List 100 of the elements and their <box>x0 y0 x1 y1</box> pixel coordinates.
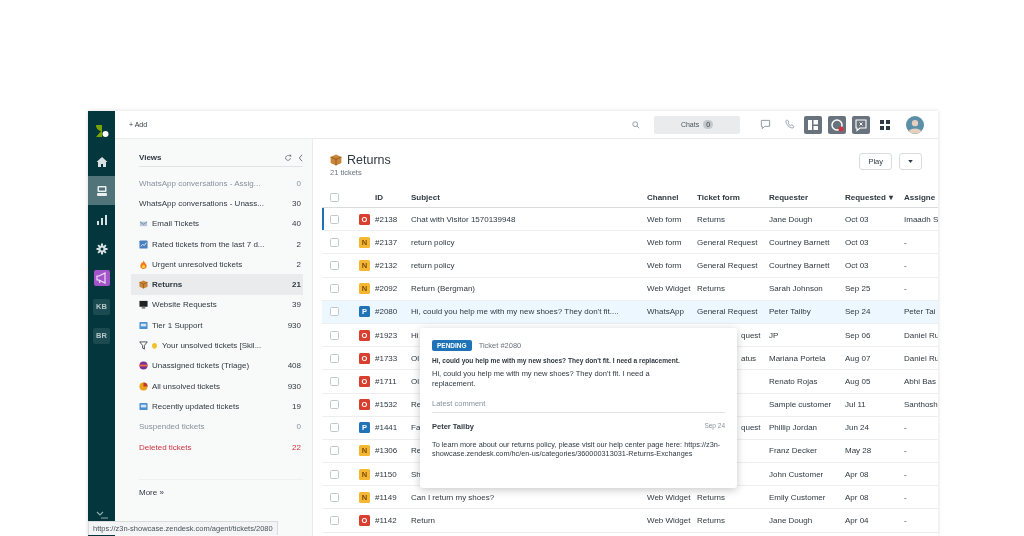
view-item[interactable]: Email Tickets 40 <box>131 213 303 234</box>
table-cell: #1711 <box>375 376 397 386</box>
table-cell: #2132 <box>375 260 398 270</box>
table-cell: Returns <box>697 492 725 502</box>
table-cell: Apr 08 <box>845 492 869 502</box>
table-cell: - <box>904 446 907 456</box>
panel-heading: Views <box>139 153 163 162</box>
table-cell: Return (Bergman) <box>411 284 476 294</box>
table-cell: Web form <box>647 237 682 247</box>
table-cell: Returns <box>697 516 725 526</box>
table-cell: #2080 <box>375 307 398 317</box>
table-cell: #2138 <box>375 214 398 224</box>
table-cell: Ol <box>411 353 419 363</box>
table-cell: #1923 <box>375 330 398 340</box>
table-cell: Aug 05 <box>845 376 871 386</box>
table-cell: Sep 24 <box>845 307 871 317</box>
table-cell: Courtney Barnett <box>769 237 830 247</box>
table-cell: Chat with Visitor 1570139948 <box>411 214 516 224</box>
table-cell: Web form <box>647 214 682 224</box>
table-cell: WhatsApp <box>647 307 684 317</box>
table-cell: Return <box>411 516 435 526</box>
view-item[interactable]: Urgent unresolved tickets 2 <box>131 254 303 275</box>
column-header[interactable]: Channel <box>647 192 697 202</box>
table-cell: Jane Dough <box>769 516 813 526</box>
more-link[interactable]: More » <box>139 488 164 498</box>
view-item[interactable]: WhatsApp conversations - Unass... 30 <box>131 193 303 214</box>
table-cell: Franz Decker <box>769 446 817 456</box>
table-cell: return policy <box>411 237 455 247</box>
table-cell: Hi <box>411 330 419 340</box>
table-cell: Emily Customer <box>769 492 826 502</box>
table-cell: #2092 <box>375 284 398 294</box>
table-cell: #1441 <box>375 423 398 433</box>
view-item[interactable]: All unsolved tickets 930 <box>131 375 303 397</box>
table-cell: quest <box>741 330 761 340</box>
table-cell: John Customer <box>769 469 824 479</box>
table-cell: Abhi Bas <box>904 376 937 386</box>
table-cell: #1532 <box>375 400 398 410</box>
table-cell: Fa <box>411 423 421 433</box>
view-item[interactable]: Unassigned tickets (Triage) 408 <box>131 355 303 376</box>
table-cell: Jul 11 <box>845 400 866 410</box>
table-cell: Peter Tai <box>904 307 936 317</box>
table-cell: Sample customer <box>769 400 832 410</box>
table-cell: Returns <box>697 214 725 224</box>
table-cell: Oct 03 <box>845 237 869 247</box>
table-cell: - <box>904 469 907 479</box>
table-cell: Oct 03 <box>845 214 869 224</box>
table-cell: Apr 04 <box>845 516 869 526</box>
table-cell: - <box>904 516 907 526</box>
table-cell: Ol <box>411 376 419 386</box>
column-header[interactable]: Assigne <box>904 192 938 202</box>
table-cell: Web Widget <box>647 516 691 526</box>
table-cell: Web Widget <box>647 284 691 294</box>
column-header[interactable]: Requester <box>769 192 845 202</box>
table-cell: Renato Rojas <box>769 376 818 386</box>
column-header[interactable]: ID <box>375 192 411 202</box>
table-cell: General Request <box>697 260 758 270</box>
table-cell: Returns <box>697 284 725 294</box>
column-header[interactable]: Ticket form <box>697 192 769 202</box>
table-cell: Jun 24 <box>845 423 870 433</box>
table-cell: Oct 03 <box>845 260 869 270</box>
table-cell: Daniel Ru <box>904 330 938 340</box>
view-item[interactable]: Returns 21 <box>131 274 303 295</box>
table-cell: #1150 <box>375 469 397 479</box>
column-header[interactable]: Subject <box>411 192 647 202</box>
table-cell: Courtney Barnett <box>769 260 830 270</box>
table-cell: atus <box>741 353 757 363</box>
view-item[interactable]: Rated tickets from the last 7 d... 2 <box>131 233 303 255</box>
column-header[interactable]: Requested ▾ <box>845 192 904 202</box>
table-cell: - <box>904 284 907 294</box>
table-cell: May 28 <box>845 446 872 456</box>
table-cell: #1306 <box>375 446 398 456</box>
table-cell: Aug 07 <box>845 353 871 363</box>
table-cell: Imaadh S <box>904 214 938 224</box>
table-cell: #1142 <box>375 516 397 526</box>
table-cell: JP <box>769 330 779 340</box>
view-item[interactable]: Tier 1 Support 930 <box>131 315 303 336</box>
table-cell: - <box>904 492 907 502</box>
table-cell: Peter Tailby <box>769 307 811 317</box>
table-cell: Mariana Portela <box>769 353 826 363</box>
view-item[interactable]: Your unsolved tickets [Skil... <box>131 335 303 356</box>
table-cell: quest <box>741 423 761 433</box>
table-cell: Can I return my shoes? <box>411 492 495 502</box>
table-cell: Jane Dough <box>769 214 813 224</box>
table-cell: Sh <box>411 469 421 479</box>
table-cell: Sarah Johnson <box>769 284 823 294</box>
table-cell: General Request <box>697 307 758 317</box>
table-cell: #2137 <box>375 237 398 247</box>
view-item[interactable]: Website Requests 39 <box>131 294 303 316</box>
view-title: Returns <box>347 153 391 167</box>
view-item[interactable]: Deleted tickets 22 <box>131 436 303 458</box>
table-cell: - <box>904 423 907 433</box>
view-item[interactable]: Recently updated tickets 19 <box>131 396 303 417</box>
table-cell: #1733 <box>375 353 398 363</box>
table-cell: Phillip Jordan <box>769 423 818 433</box>
table-cell: - <box>904 260 907 270</box>
table-cell: #1149 <box>375 492 397 502</box>
table-cell: Daniel Ru <box>904 353 938 363</box>
table-cell: - <box>904 237 907 247</box>
table-cell: Web Widget <box>647 492 691 502</box>
table-cell: return policy <box>411 260 455 270</box>
